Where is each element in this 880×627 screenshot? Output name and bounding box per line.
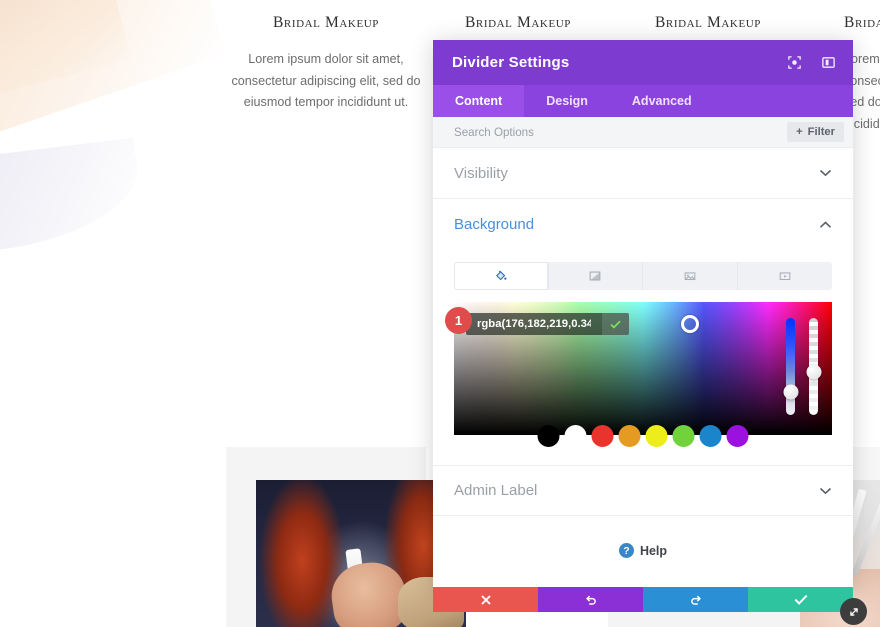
divider-settings-modal: Divider Settings Content Design Advanced… <box>433 40 853 587</box>
modal-footer <box>433 587 853 612</box>
color-sliders <box>783 318 821 415</box>
column-2: Bridal Makeup <box>418 14 618 32</box>
swatch-red[interactable] <box>591 425 614 447</box>
hue-slider[interactable] <box>783 318 798 415</box>
column-title: Bridal Makeup <box>464 14 572 31</box>
panel-layout-icon[interactable] <box>817 52 839 74</box>
filter-button-label: Filter <box>807 126 835 138</box>
search-input[interactable] <box>454 125 788 139</box>
plus-icon: + <box>796 126 803 138</box>
resize-handle-icon[interactable] <box>840 598 867 625</box>
section-admin-label-title: Admin Label <box>454 482 538 499</box>
section-visibility-title: Visibility <box>454 164 508 182</box>
color-value-input[interactable] <box>466 313 602 335</box>
color-picker-handle[interactable] <box>680 315 699 333</box>
chevron-up-icon <box>819 220 832 229</box>
alpha-slider[interactable] <box>806 318 821 415</box>
chevron-down-icon <box>819 487 832 495</box>
step-badge-1: 1 <box>445 307 472 334</box>
background-color-tab[interactable] <box>454 262 549 290</box>
section-background[interactable]: Background <box>433 199 853 250</box>
column-title: Bridal Makeup <box>272 14 380 31</box>
search-options-row: + Filter <box>433 117 853 148</box>
help-link[interactable]: ? Help <box>433 516 853 558</box>
chevron-down-icon <box>819 169 832 177</box>
photo-detail-hand <box>327 558 411 627</box>
modal-header-actions <box>783 52 839 74</box>
filter-button[interactable]: + Filter <box>787 122 844 142</box>
swatch-yellow[interactable] <box>645 425 668 447</box>
background-video-tab[interactable] <box>738 262 833 290</box>
tab-design[interactable]: Design <box>524 85 610 117</box>
column-3: Bridal Makeup <box>608 14 808 32</box>
swatch-purple[interactable] <box>726 425 749 447</box>
background-image-tab[interactable] <box>643 262 738 290</box>
swatch-black[interactable] <box>537 425 560 447</box>
decorative-shape-lavender <box>0 137 146 258</box>
swatch-white[interactable] <box>564 425 587 447</box>
alpha-slider-knob[interactable] <box>806 364 821 380</box>
background-type-tabs <box>454 262 832 290</box>
color-confirm-button[interactable] <box>602 313 629 335</box>
color-value-field-wrapper <box>466 313 629 335</box>
swatch-blue[interactable] <box>699 425 722 447</box>
question-mark-icon: ? <box>618 543 634 558</box>
column-1: Bridal Makeup Lorem ipsum dolor sit amet… <box>226 14 426 114</box>
color-swatches <box>537 425 749 447</box>
swatch-orange[interactable] <box>618 425 641 447</box>
hue-slider-knob[interactable] <box>783 384 798 400</box>
column-title: Bridal Makeup <box>654 14 762 31</box>
modal-tabbar: Content Design Advanced <box>433 85 853 117</box>
tab-advanced[interactable]: Advanced <box>610 85 714 117</box>
modal-body: Visibility Background 1 rgba(176,182,219… <box>433 148 853 587</box>
tab-content[interactable]: Content <box>433 85 525 117</box>
column-title: Bridal Makeup <box>844 14 880 31</box>
color-picker-gradient-area[interactable]: 1 <box>445 302 832 447</box>
section-admin-label[interactable]: Admin Label <box>433 465 853 516</box>
cancel-button[interactable] <box>433 587 538 612</box>
responsive-preview-icon[interactable] <box>783 52 805 74</box>
undo-button[interactable] <box>538 587 643 612</box>
section-visibility[interactable]: Visibility <box>433 148 853 199</box>
section-background-title: Background <box>454 216 535 233</box>
help-label: Help <box>639 543 668 558</box>
save-button[interactable] <box>748 587 853 612</box>
background-gradient-tab[interactable] <box>549 262 643 290</box>
column-body: Lorem ipsum dolor sit amet, consectetur … <box>231 52 421 110</box>
screen: Bridal Makeup Lorem ipsum dolor sit amet… <box>0 0 880 627</box>
redo-button[interactable] <box>643 587 748 612</box>
modal-title: Divider Settings <box>452 54 570 71</box>
swatch-green[interactable] <box>672 425 695 447</box>
modal-header: Divider Settings <box>433 40 853 85</box>
